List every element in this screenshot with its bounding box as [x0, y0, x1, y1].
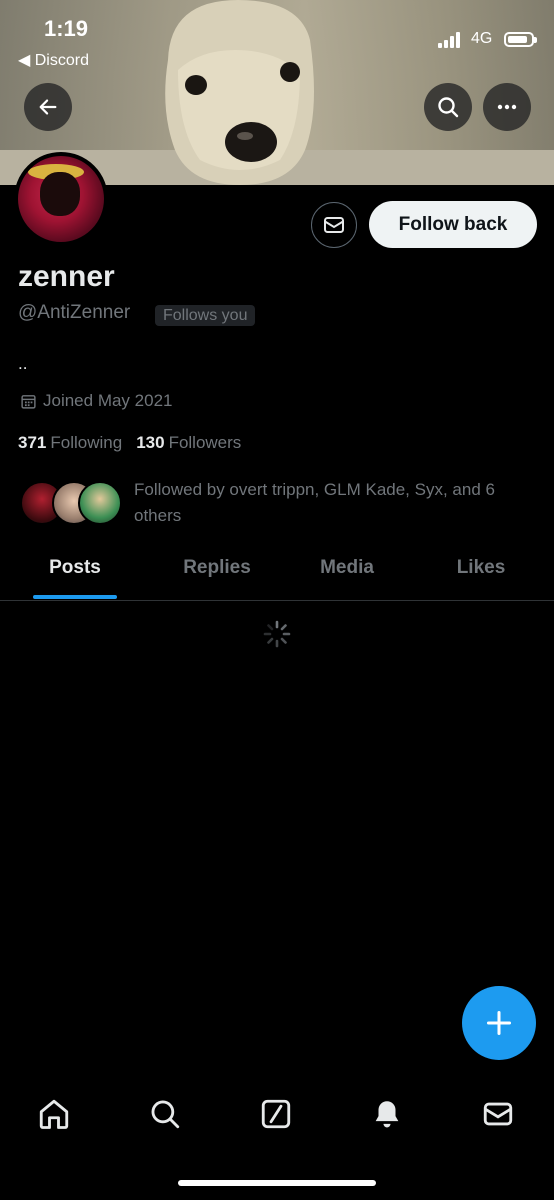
- grok-icon: [261, 1099, 291, 1129]
- profile-bio: ..: [18, 354, 28, 373]
- mutual-avatar: [78, 481, 122, 525]
- message-button[interactable]: [311, 202, 357, 248]
- following-label: Following: [50, 433, 123, 452]
- avatar-figure-shape: [40, 172, 80, 216]
- active-tab-indicator: [33, 595, 117, 599]
- followers-label: Followers: [168, 433, 242, 452]
- back-button[interactable]: [24, 83, 72, 131]
- follow-counts: 371 Following 130 Followers: [18, 433, 241, 453]
- status-bar: 1:19 ◀ Discord 4G: [0, 0, 554, 80]
- followed-by-avatars[interactable]: [20, 481, 122, 525]
- signal-icon: [438, 32, 460, 48]
- nav-notifications[interactable]: [367, 1094, 407, 1134]
- envelope-icon: [483, 1102, 513, 1126]
- search-icon: [438, 97, 459, 118]
- envelope-icon: [324, 217, 344, 233]
- battery-icon: [504, 32, 537, 47]
- tab-replies[interactable]: Replies: [162, 548, 272, 600]
- joined-text: Joined May 2021: [43, 391, 173, 410]
- loading-spinner-icon: [263, 620, 291, 648]
- bottom-navigation: [0, 1080, 554, 1150]
- followers-count: 130: [136, 433, 165, 452]
- tab-posts[interactable]: Posts: [20, 548, 130, 600]
- arrow-left-icon: [39, 99, 57, 115]
- user-handle: @AntiZenner: [18, 302, 131, 323]
- tab-media[interactable]: Media: [292, 548, 402, 600]
- more-dots-icon: [497, 104, 517, 110]
- tab-likes[interactable]: Likes: [426, 548, 536, 600]
- more-options-button[interactable]: [483, 83, 531, 131]
- plus-icon: [486, 1010, 512, 1036]
- nav-search[interactable]: [145, 1094, 185, 1134]
- display-name: zenner: [18, 260, 115, 293]
- home-icon: [39, 1099, 69, 1129]
- search-icon: [151, 1100, 180, 1129]
- compose-post-button[interactable]: [462, 986, 536, 1060]
- following-link[interactable]: 371 Following: [18, 433, 122, 453]
- follows-you-badge: Follows you: [155, 305, 256, 326]
- status-time: 1:19: [44, 16, 89, 41]
- network-type: 4G: [471, 30, 493, 47]
- following-count: 371: [18, 433, 47, 452]
- followers-link[interactable]: 130 Followers: [136, 433, 241, 453]
- search-button[interactable]: [424, 83, 472, 131]
- nav-messages[interactable]: [478, 1094, 518, 1134]
- follow-back-button[interactable]: Follow back: [369, 201, 537, 248]
- back-to-app-link[interactable]: ◀ Discord: [18, 50, 89, 70]
- nav-home[interactable]: [34, 1094, 74, 1134]
- calendar-icon: [21, 394, 36, 409]
- nav-grok[interactable]: [256, 1094, 296, 1134]
- joined-date: Joined May 2021: [20, 391, 172, 411]
- bell-icon: [375, 1101, 399, 1128]
- home-indicator[interactable]: [178, 1180, 376, 1186]
- followed-by-text[interactable]: Followed by overt trippn, GLM Kade, Syx,…: [134, 477, 529, 529]
- profile-avatar[interactable]: [14, 152, 108, 246]
- profile-tabs: Posts Replies Media Likes: [0, 548, 554, 601]
